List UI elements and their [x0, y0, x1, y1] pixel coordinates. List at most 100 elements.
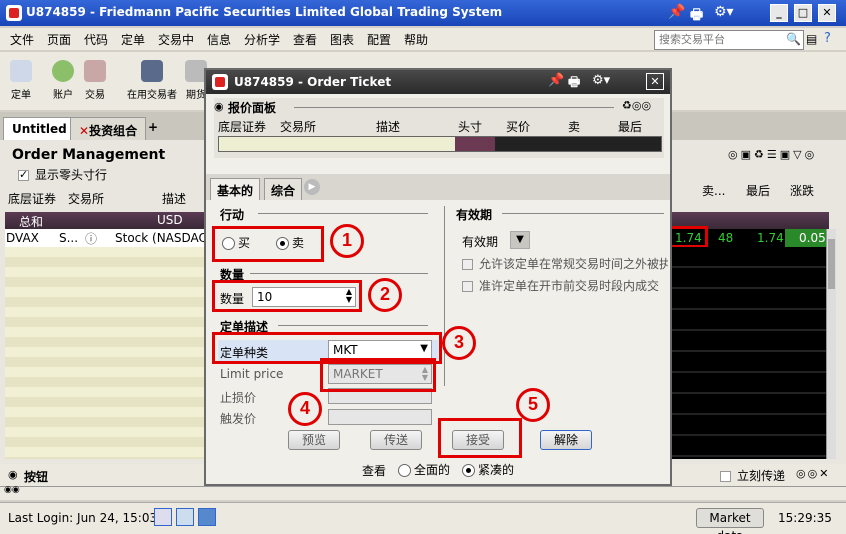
show-odd-lots-label: 显示零头寸行: [35, 168, 108, 182]
menu-help[interactable]: 帮助: [404, 31, 428, 48]
expand-icon[interactable]: ◉: [8, 468, 18, 481]
minimize-button[interactable]: _: [770, 4, 788, 22]
menu-trading[interactable]: 交易中: [158, 31, 194, 48]
order-ticket-dialog: U874859 - Order Ticket 📌 🖶 ⚙▾ ✕ ◉ 报价面板 ♻…: [204, 68, 672, 486]
layout-icon-2[interactable]: [176, 508, 194, 526]
validity-dropdown[interactable]: ▼: [510, 231, 530, 249]
row-symbol: DVAX: [6, 231, 39, 245]
col-exchange[interactable]: 交易所: [68, 190, 104, 207]
scroll-track[interactable]: [0, 486, 846, 494]
menu-symbol[interactable]: 代码: [84, 31, 108, 48]
market-data-button[interactable]: Market data: [696, 508, 764, 534]
menu-analytics[interactable]: 分析学: [244, 31, 280, 48]
dialog-tabs: 基本的 综合 ▶: [206, 174, 670, 200]
vertical-scrollbar[interactable]: [826, 229, 836, 459]
toolbar-account-label: 账户: [53, 90, 73, 101]
toolbar-order-label: 定单: [11, 90, 31, 101]
dialog-config-icon[interactable]: ⚙▾: [592, 73, 610, 88]
menu-file[interactable]: 文件: [10, 31, 34, 48]
toolbar-trader[interactable]: 在用交易者: [124, 60, 180, 101]
quote-col-exchange: 交易所: [280, 120, 317, 134]
menu-view[interactable]: 查看: [293, 31, 317, 48]
row-description: Stock (NASDAQ: [115, 231, 208, 245]
premarket-checkbox[interactable]: 准许定单在开市前交易时段内成交: [462, 277, 668, 294]
col-ask[interactable]: 卖...: [702, 182, 725, 199]
menu-charts[interactable]: 图表: [330, 31, 354, 48]
table-body-left: [5, 247, 205, 459]
transmit-checkbox[interactable]: 立刻传递: [720, 467, 785, 484]
tab-basic[interactable]: 基本的: [210, 178, 261, 200]
page-icon[interactable]: ▤: [806, 32, 817, 46]
menu-info[interactable]: 信息: [207, 31, 231, 48]
panel-tools-icon[interactable]: ◎▣♻☰▣▽◎: [728, 148, 817, 161]
action-section-title: 行动: [220, 208, 245, 222]
menu-order[interactable]: 定单: [121, 31, 145, 48]
transmit-button[interactable]: 传送: [370, 430, 422, 450]
close-button[interactable]: ✕: [818, 4, 836, 22]
toolbar-account[interactable]: 账户: [48, 60, 78, 101]
info-icon[interactable]: ⓘ: [85, 230, 97, 247]
maximize-button[interactable]: □: [794, 4, 812, 22]
view-full-radio[interactable]: 全面的: [398, 461, 450, 478]
quote-tools-icon[interactable]: ♻◎◎: [622, 99, 651, 112]
add-tab-button[interactable]: +: [148, 120, 158, 134]
quote-row[interactable]: [218, 136, 662, 152]
col-change[interactable]: 涨跌: [790, 182, 814, 199]
checkbox-checked-icon: ✓: [18, 168, 29, 181]
outside-rth-label: 允许该定单在常规交易时间之外被执: [479, 257, 668, 271]
account-icon: [52, 60, 74, 82]
col-underlying[interactable]: 底层证券: [8, 190, 56, 207]
dialog-print-icon[interactable]: 🖶: [568, 73, 580, 95]
quote-col-bid: 买价: [506, 120, 531, 134]
col-last[interactable]: 最后: [746, 182, 770, 199]
quote-col-position: 头寸: [458, 120, 483, 134]
toolbar-trade[interactable]: 交易: [80, 60, 110, 101]
total-label: 总和: [19, 215, 44, 229]
tab-comprehensive[interactable]: 综合: [264, 178, 303, 200]
premarket-label: 准许定单在开市前交易时段内成交: [479, 279, 660, 293]
checkbox-icon: [720, 471, 731, 482]
tab-more-icon[interactable]: ▶: [304, 179, 320, 195]
preview-button[interactable]: 预览: [288, 430, 340, 450]
layout-icon-1[interactable]: [154, 508, 172, 526]
outside-rth-checkbox[interactable]: 允许该定单在常规交易时间之外被执: [462, 255, 668, 272]
tab-untitled[interactable]: Untitled: [3, 117, 76, 140]
dialog-pin-icon[interactable]: 📌: [548, 73, 564, 88]
clock: 15:29:35: [778, 511, 832, 525]
layout-icon-3[interactable]: [198, 508, 216, 526]
toolbar-order[interactable]: 定单: [6, 60, 36, 101]
scroll-left-icon[interactable]: ◉◉: [4, 485, 20, 495]
buttons-label: 按钮: [24, 470, 49, 484]
panel-close-icon[interactable]: ◎◎✕: [796, 467, 830, 480]
tab-portfolio-label: 投资组合: [89, 124, 138, 138]
cancel-button[interactable]: 解除: [540, 430, 592, 450]
scrollbar-thumb[interactable]: [828, 239, 835, 289]
col-description[interactable]: 描述: [162, 190, 186, 207]
pin-icon[interactable]: 📌: [668, 4, 685, 20]
trigger-price-field[interactable]: [328, 409, 432, 425]
print-icon[interactable]: 🖶: [690, 4, 703, 28]
dialog-title-bar: U874859 - Order Ticket 📌 🖶 ⚙▾ ✕: [206, 70, 670, 94]
tab-portfolio[interactable]: ✕投资组合: [70, 117, 147, 140]
last-login: Last Login: Jun 24, 15:03: [8, 511, 158, 525]
quote-collapse-icon[interactable]: ◉: [214, 100, 224, 113]
search-input[interactable]: [654, 30, 804, 50]
quote-col-underlying: 底层证券: [218, 120, 267, 134]
menu-page[interactable]: 页面: [47, 31, 71, 48]
divider: [258, 213, 428, 214]
divider: [444, 206, 445, 386]
help-icon[interactable]: ?: [824, 31, 831, 46]
config-icon[interactable]: ⚙▾: [714, 4, 734, 20]
close-tab-icon[interactable]: ✕: [79, 124, 89, 138]
quote-col-ask: 卖: [568, 120, 581, 134]
search-icon[interactable]: 🔍: [786, 32, 801, 46]
status-bar: Last Login: Jun 24, 15:03 Market data 15…: [0, 502, 846, 534]
dialog-close-button[interactable]: ✕: [646, 73, 664, 90]
menu-configure[interactable]: 配置: [367, 31, 391, 48]
show-odd-lots-checkbox[interactable]: ✓ 显示零头寸行: [18, 166, 107, 183]
divider: [278, 325, 428, 326]
trade-icon: [84, 60, 106, 82]
view-compact-radio[interactable]: 紧凑的: [462, 461, 514, 478]
quote-col-description: 描述: [376, 120, 401, 134]
window-title: U874859 - Friedmann Pacific Securities L…: [26, 5, 503, 19]
